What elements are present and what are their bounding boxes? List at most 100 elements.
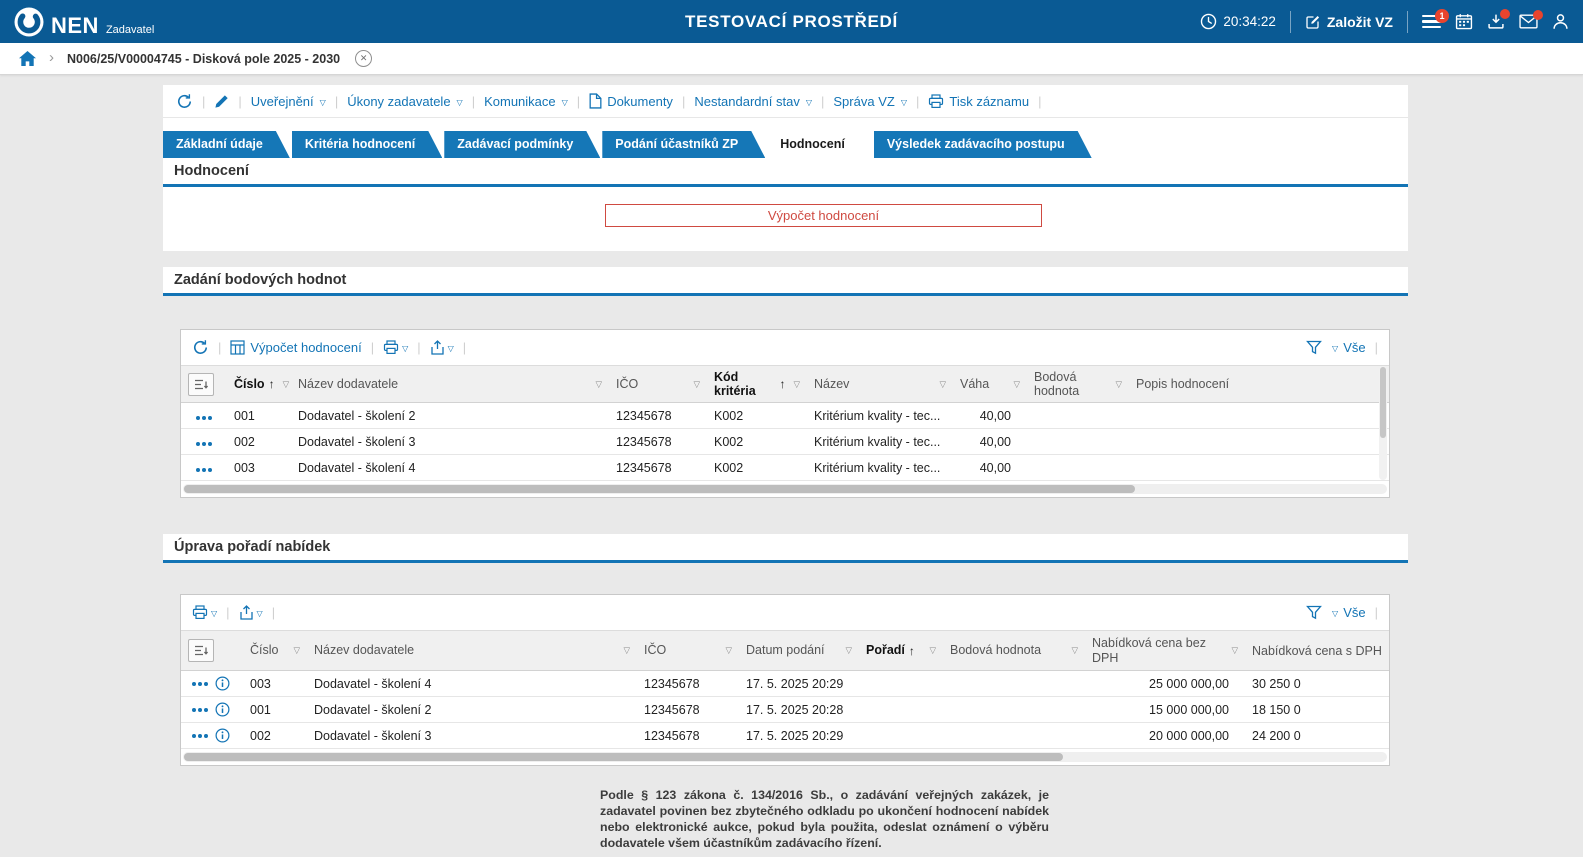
scrollbar-thumb[interactable]: [1380, 367, 1386, 438]
filter-icon[interactable]: ▽: [293, 645, 300, 656]
print-button[interactable]: ▽: [383, 340, 408, 355]
menu-dokumenty[interactable]: Dokumenty: [589, 93, 673, 109]
filter-icon[interactable]: ▽: [595, 379, 602, 390]
row-actions-icon[interactable]: [196, 442, 200, 446]
table-row[interactable]: 001 Dodavatel - školení 2 12345678 K002 …: [181, 403, 1389, 429]
cell-poradi[interactable]: [859, 723, 943, 749]
cell-popis[interactable]: [1129, 429, 1389, 455]
tab-vysledek-zadavaciho-postupu[interactable]: Výsledek zadávacího postupu: [874, 131, 1092, 158]
col-datum-podani[interactable]: Datum podání▽: [739, 631, 859, 671]
col-ico[interactable]: IČO▽: [637, 631, 739, 671]
calendar-button[interactable]: [1455, 13, 1473, 30]
col-nazev-dodavatele[interactable]: Název dodavatele▽: [291, 366, 609, 403]
col-cislo[interactable]: Číslo↑▽: [227, 366, 291, 403]
home-icon[interactable]: [19, 51, 36, 66]
info-icon[interactable]: [215, 676, 230, 691]
col-kod-kriteria[interactable]: Kód kritéria↑▽: [707, 366, 807, 403]
tab-podani-ucastniku-zp[interactable]: Podání účastníků ZP: [602, 131, 765, 158]
table-row[interactable]: 003 Dodavatel - školení 4 12345678 17. 5…: [181, 671, 1389, 697]
menu-nestandardni-stav[interactable]: Nestandardní stav▽: [694, 94, 812, 109]
chevron-down-icon: ▽: [562, 98, 568, 107]
create-vz-button[interactable]: Založit VZ: [1305, 14, 1393, 30]
menu-ukony-zadavatele[interactable]: Úkony zadavatele▽: [347, 94, 463, 109]
table-row[interactable]: 002 Dodavatel - školení 3 12345678 K002 …: [181, 429, 1389, 455]
menu-sprava-vz[interactable]: Správa VZ▽: [833, 94, 907, 109]
col-nazev[interactable]: Název▽: [807, 366, 953, 403]
refresh-icon[interactable]: [192, 339, 209, 356]
filter-icon[interactable]: ▽: [793, 379, 800, 390]
col-cena-bez-dph[interactable]: Nabídková cena bez DPH▽: [1085, 631, 1245, 671]
table-row[interactable]: 002 Dodavatel - školení 3 12345678 17. 5…: [181, 723, 1389, 749]
filter-icon[interactable]: ▽: [725, 645, 732, 656]
cell-popis[interactable]: [1129, 455, 1389, 481]
history-icon[interactable]: [176, 93, 193, 110]
row-actions-icon[interactable]: [196, 468, 200, 472]
funnel-icon[interactable]: [1306, 340, 1322, 355]
horizontal-scrollbar[interactable]: [183, 484, 1387, 494]
tab-zadavaci-podminky[interactable]: Zadávací podmínky: [444, 131, 600, 158]
menu-komunikace[interactable]: Komunikace▽: [484, 94, 568, 109]
funnel-icon[interactable]: [1306, 605, 1322, 620]
profile-button[interactable]: [1552, 13, 1569, 30]
view-all-dropdown[interactable]: ▽ Vše: [1331, 340, 1366, 355]
filter-icon[interactable]: ▽: [283, 379, 290, 390]
col-ico[interactable]: IČO▽: [609, 366, 707, 403]
col-nazev-dodavatele[interactable]: Název dodavatele▽: [307, 631, 637, 671]
table-row[interactable]: 003 Dodavatel - školení 4 12345678 K002 …: [181, 455, 1389, 481]
print-button[interactable]: ▽: [192, 605, 217, 620]
downloads-button[interactable]: [1487, 13, 1505, 30]
menu-uverejneni[interactable]: Uveřejnění▽: [251, 94, 326, 109]
main-menu-button[interactable]: 1: [1422, 15, 1441, 29]
col-cislo[interactable]: Číslo▽: [243, 631, 307, 671]
export-button[interactable]: ▽: [430, 340, 454, 356]
row-actions-icon[interactable]: [192, 682, 196, 686]
view-all-dropdown[interactable]: ▽ Vše: [1331, 605, 1366, 620]
messages-button[interactable]: [1519, 14, 1538, 29]
filter-icon[interactable]: ▽: [1231, 645, 1238, 656]
tab-hodnoceni[interactable]: Hodnocení: [767, 131, 872, 158]
cell-poradi[interactable]: [859, 697, 943, 723]
export-button[interactable]: ▽: [239, 605, 263, 621]
column-chooser-button[interactable]: [188, 373, 214, 396]
cell-popis[interactable]: [1129, 403, 1389, 429]
filter-icon[interactable]: ▽: [939, 379, 946, 390]
col-popis-hodnoceni[interactable]: Popis hodnocení: [1129, 366, 1389, 403]
vertical-scrollbar[interactable]: [1379, 366, 1387, 480]
vypocet-hodnoceni-link[interactable]: Výpočet hodnocení: [230, 340, 361, 355]
col-bodova-hodnota[interactable]: Bodová hodnota▽: [943, 631, 1085, 671]
cell-bodova[interactable]: [1027, 403, 1129, 429]
brand[interactable]: NEN Zadavatel: [14, 7, 154, 37]
row-actions-icon[interactable]: [192, 708, 196, 712]
table-row[interactable]: 001 Dodavatel - školení 2 12345678 17. 5…: [181, 697, 1389, 723]
col-cena-s-dph[interactable]: Nabídková cena s DPH: [1245, 631, 1389, 671]
col-vaha[interactable]: Váha▽: [953, 366, 1027, 403]
cell-bodova[interactable]: [1027, 429, 1129, 455]
breadcrumb-record[interactable]: N006/25/V00004745 - Disková pole 2025 - …: [67, 52, 340, 66]
edit-record-icon[interactable]: [214, 94, 229, 109]
filter-icon[interactable]: ▽: [1071, 645, 1078, 656]
close-record-icon[interactable]: ✕: [355, 50, 372, 67]
menu-tisk-zaznamu[interactable]: Tisk záznamu: [928, 94, 1029, 109]
info-icon[interactable]: [215, 702, 230, 717]
tab-kriteria-hodnoceni[interactable]: Kritéria hodnocení: [292, 131, 442, 158]
filter-icon[interactable]: ▽: [845, 645, 852, 656]
cell-poradi[interactable]: [859, 671, 943, 697]
cell-bodova[interactable]: [1027, 455, 1129, 481]
filter-icon[interactable]: ▽: [693, 379, 700, 390]
filter-icon[interactable]: ▽: [623, 645, 630, 656]
col-poradi[interactable]: Pořadí↑▽: [859, 631, 943, 671]
filter-icon[interactable]: ▽: [1013, 379, 1020, 390]
vypocet-hodnoceni-button[interactable]: Výpočet hodnocení: [605, 204, 1042, 227]
filter-icon[interactable]: ▽: [1115, 379, 1122, 390]
info-icon[interactable]: [215, 728, 230, 743]
chevron-down-icon: ▽: [257, 609, 263, 618]
scrollbar-thumb[interactable]: [184, 753, 1063, 761]
col-bodova-hodnota[interactable]: Bodová hodnota▽: [1027, 366, 1129, 403]
filter-icon[interactable]: ▽: [929, 645, 936, 656]
tab-zakladni-udaje[interactable]: Základní údaje: [163, 131, 290, 158]
row-actions-icon[interactable]: [196, 416, 200, 420]
scrollbar-thumb[interactable]: [184, 485, 1135, 493]
horizontal-scrollbar[interactable]: [183, 752, 1387, 762]
row-actions-icon[interactable]: [192, 734, 196, 738]
column-chooser-button[interactable]: [188, 639, 214, 662]
